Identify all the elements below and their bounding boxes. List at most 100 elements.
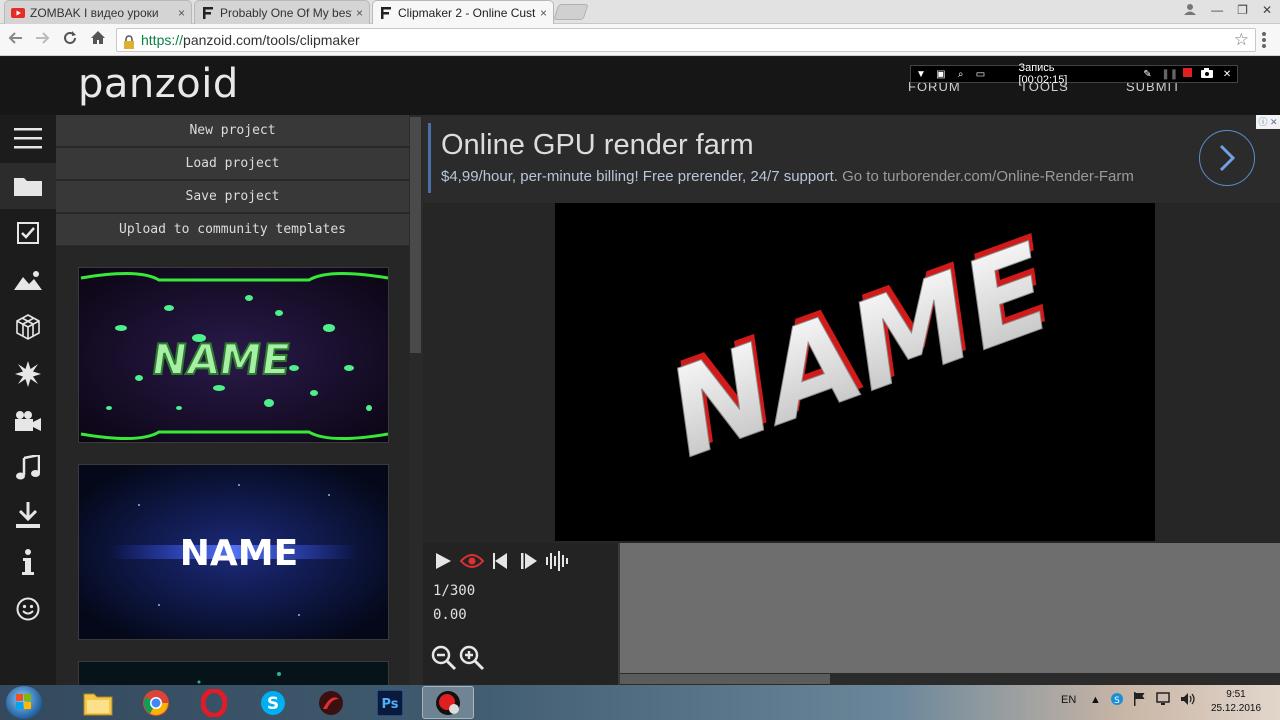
project-panel-scrollbar[interactable] [409, 115, 423, 685]
3d-cube-icon[interactable] [0, 304, 56, 350]
start-button[interactable] [6, 686, 42, 719]
panzoid-logo[interactable]: panzoid [78, 61, 239, 107]
user-icon[interactable] [1183, 3, 1197, 18]
app-taskbar-button[interactable] [305, 686, 357, 719]
next-frame-button[interactable] [517, 549, 541, 573]
window-mode-icon[interactable]: ▣ [935, 69, 947, 80]
close-icon[interactable]: ✕ [1221, 69, 1233, 80]
load-project-button[interactable]: Load project [56, 148, 409, 180]
minimize-button[interactable]: — [1211, 3, 1223, 17]
pause-icon[interactable]: ❚❚ [1161, 69, 1178, 80]
ad-go-button[interactable] [1199, 130, 1255, 186]
frame-counter: 1/300 [433, 583, 476, 599]
forward-button[interactable] [32, 30, 52, 50]
windows-logo-icon [16, 694, 31, 709]
stop-record-icon[interactable] [1181, 68, 1193, 80]
waveform-icon [546, 551, 568, 571]
svg-text:S: S [1114, 696, 1120, 706]
tab-title: Probably One Of My best [220, 5, 352, 20]
explorer-taskbar-button[interactable] [72, 686, 124, 719]
home-icon [91, 31, 105, 44]
bookmark-star-icon[interactable]: ☆ [1234, 29, 1249, 51]
browser-menu-button[interactable] [1256, 30, 1272, 50]
save-project-button[interactable]: Save project [56, 181, 409, 213]
close-tab-icon[interactable]: × [540, 6, 547, 20]
url-text: panzoid.com/tools/clipmaker [183, 32, 360, 48]
chevron-right-icon [1219, 144, 1236, 172]
back-button[interactable] [6, 30, 26, 50]
upload-template-button[interactable]: Upload to community templates [56, 214, 409, 246]
ad-banner[interactable]: Online GPU render farm $4,99/hour, per-m… [423, 115, 1280, 203]
zoom-icon[interactable]: ⌕ [955, 69, 967, 80]
preview-toggle-button[interactable] [460, 549, 484, 573]
adchoices-icon[interactable]: ⓘ ✕ [1256, 115, 1280, 129]
folder-icon[interactable] [0, 163, 56, 209]
pencil-icon[interactable]: ✎ [1141, 69, 1153, 80]
timeline-scrollbar[interactable] [620, 673, 1280, 685]
close-tab-icon[interactable]: × [178, 6, 185, 20]
particles-burst-icon[interactable] [0, 351, 56, 397]
zoom-out-button[interactable] [431, 645, 457, 671]
dropdown-icon[interactable]: ▼ [915, 69, 927, 80]
tab-title: ZOMBAK I видео уроки [30, 5, 159, 20]
previous-frame-button[interactable] [489, 549, 513, 573]
image-icon[interactable] [0, 257, 56, 303]
scrollbar-thumb[interactable] [620, 674, 830, 684]
info-icon[interactable] [0, 539, 56, 585]
network-icon[interactable] [1156, 692, 1172, 709]
close-window-button[interactable]: ✕ [1262, 3, 1272, 17]
maximize-button[interactable]: ❐ [1237, 3, 1248, 17]
video-camera-icon[interactable] [0, 398, 56, 444]
home-button[interactable] [88, 30, 108, 50]
timeline-track-area[interactable] [618, 543, 1280, 685]
audio-waveform-button[interactable] [545, 549, 569, 573]
region-icon[interactable]: ▭ [975, 69, 987, 80]
record-app-icon [436, 690, 460, 715]
template-name-text: NAME [180, 533, 298, 574]
preview-canvas[interactable]: NAME NAME [555, 203, 1155, 541]
new-tab-button[interactable] [553, 4, 589, 20]
zoom-out-icon [431, 645, 457, 671]
tab-clipmaker[interactable]: Clipmaker 2 - Online Cust × [372, 0, 554, 24]
close-tab-icon[interactable]: × [356, 6, 363, 20]
tab-zombak[interactable]: ZOMBAK I видео уроки × [4, 0, 192, 24]
screen-recorder-toolbar: ▼ ▣ ⌕ ▭ Запись [00:02:15] ✎ ❚❚ ✕ [910, 62, 1238, 86]
system-clock[interactable]: 9:51 25.12.2016 [1208, 688, 1264, 716]
new-project-button[interactable]: New project [56, 115, 409, 147]
panzoid-favicon-icon [379, 6, 393, 20]
youtube-icon [11, 6, 25, 20]
music-note-icon[interactable] [0, 445, 56, 491]
reload-icon [64, 31, 76, 44]
browser-toolbar: https://panzoid.com/tools/clipmaker ☆ [0, 24, 1280, 56]
ad-headline[interactable]: Online GPU render farm [441, 129, 754, 162]
opera-taskbar-button[interactable] [188, 686, 240, 719]
recorder-taskbar-button[interactable] [422, 686, 474, 719]
play-button[interactable] [431, 549, 455, 573]
zoom-in-button[interactable] [459, 645, 485, 671]
action-center-flag-icon[interactable] [1134, 692, 1146, 709]
ad-link[interactable]: Go to turborender.com/Online-Render-Farm [842, 168, 1134, 185]
reload-button[interactable] [60, 30, 80, 50]
tray-app-icon[interactable]: S [1110, 692, 1124, 709]
camera-icon[interactable] [1201, 67, 1214, 81]
template-thumbnail[interactable] [78, 661, 389, 685]
photoshop-icon: Ps [377, 689, 403, 716]
tab-probably[interactable]: Probably One Of My best × [194, 0, 370, 24]
tab-title: Clipmaker 2 - Online Cust [398, 5, 536, 20]
windows-taskbar: S Ps EN ▲ S 9:51 25.12.2016 [0, 685, 1280, 720]
template-thumbnail[interactable]: NAME [78, 464, 389, 640]
download-icon[interactable] [0, 492, 56, 538]
language-indicator[interactable]: EN [1061, 694, 1076, 706]
photoshop-taskbar-button[interactable]: Ps [364, 686, 416, 719]
address-bar[interactable]: https://panzoid.com/tools/clipmaker ☆ [116, 28, 1256, 52]
skype-taskbar-button[interactable]: S [247, 686, 299, 719]
checkbox-icon[interactable] [0, 210, 56, 256]
template-thumbnail[interactable]: NAME [78, 267, 389, 443]
ad-description: $4,99/hour, per-minute billing! Free pre… [441, 168, 1134, 185]
scrollbar-thumb[interactable] [410, 117, 421, 353]
smiley-icon[interactable] [0, 586, 56, 632]
menu-icon[interactable] [0, 115, 56, 161]
chrome-taskbar-button[interactable] [130, 686, 182, 719]
volume-icon[interactable] [1180, 692, 1196, 709]
tray-expand-icon[interactable]: ▲ [1090, 694, 1101, 706]
